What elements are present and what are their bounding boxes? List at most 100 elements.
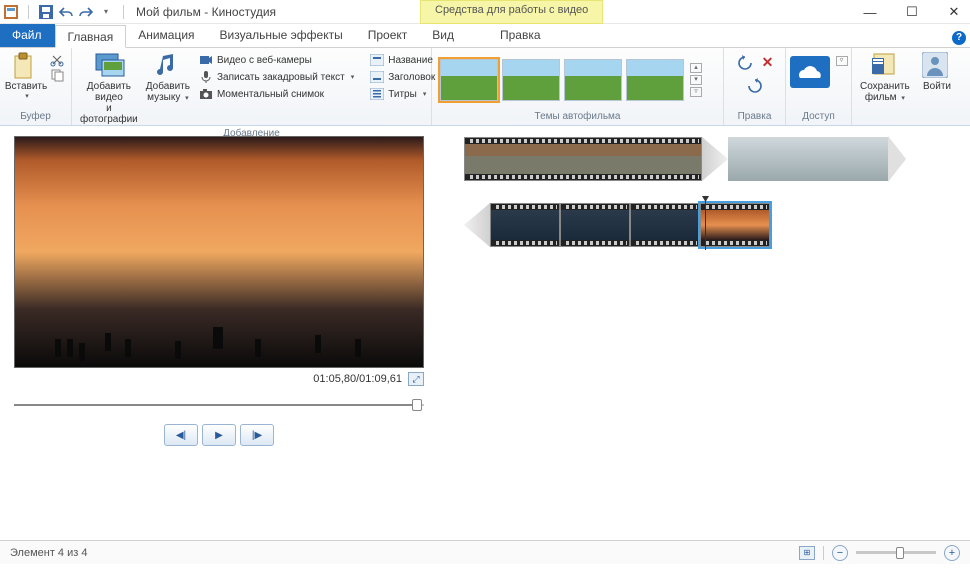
add-music-label2: музыку (147, 92, 180, 103)
snapshot-label: Моментальный снимок (217, 89, 324, 100)
tab-edit[interactable]: Правка (488, 24, 554, 46)
qat-dropdown-icon[interactable]: ▾ (99, 5, 113, 19)
time-display: 01:05,80/01:09,61 (313, 373, 402, 385)
timeline-clip-selected[interactable] (700, 203, 770, 247)
window-title: Мой фильм - Киностудия (136, 5, 276, 19)
theme-expand-icon[interactable]: ▿ (690, 87, 702, 97)
narrate-label: Записать закадровый текст (217, 72, 345, 83)
timeline-clip[interactable] (630, 203, 700, 247)
credits-label: Титры (388, 89, 417, 100)
timeline-clip[interactable] (728, 137, 888, 181)
prev-frame-button[interactable]: ◀| (164, 424, 198, 446)
workspace: 01:05,80/01:09,61 ⤢ ◀| ▶ |▶ (0, 126, 970, 540)
timeline-clip[interactable] (560, 203, 630, 247)
narrate-button[interactable]: Записать закадровый текст▾ (196, 69, 357, 85)
title-label: Название (388, 55, 433, 66)
add-music-button[interactable]: Добавить музыку ▾ (144, 50, 192, 106)
context-tab-header: Средства для работы с видео (420, 0, 603, 24)
theme-scroll-up-icon[interactable]: ▴ (690, 63, 702, 73)
caption-label: Заголовок (388, 72, 435, 83)
delete-icon[interactable]: ✕ (762, 54, 774, 71)
theme-thumb[interactable] (626, 59, 684, 101)
seek-bar[interactable] (14, 396, 424, 414)
zoom-slider[interactable] (856, 551, 936, 554)
track-continues-icon (888, 136, 906, 182)
mic-icon (199, 70, 213, 84)
timeline-clip[interactable] (464, 137, 702, 181)
webcam-button[interactable]: Видео с веб-камеры (196, 52, 357, 68)
seek-thumb[interactable] (412, 399, 422, 411)
tab-view[interactable]: Вид (420, 24, 467, 47)
next-frame-button[interactable]: |▶ (240, 424, 274, 446)
playhead[interactable] (705, 200, 706, 250)
add-video-label1: Добавить видео (80, 81, 138, 103)
paste-label: Вставить (5, 81, 47, 92)
theme-thumb[interactable] (564, 59, 622, 101)
app-icon (4, 5, 18, 19)
signin-button[interactable]: Войти (918, 50, 956, 94)
save-movie-label1: Сохранить (860, 81, 910, 92)
zoom-in-button[interactable]: + (944, 545, 960, 561)
transition-icon[interactable] (702, 137, 728, 181)
group-edit-label: Правка (730, 110, 779, 123)
paste-button[interactable]: Вставить ▾ (6, 50, 46, 102)
webcam-icon (199, 53, 213, 67)
credits-icon (370, 87, 384, 101)
save-icon[interactable] (39, 5, 53, 19)
theme-scroll-down-icon[interactable]: ▾ (690, 75, 702, 85)
cut-icon[interactable] (50, 53, 64, 67)
help-icon[interactable]: ? (952, 31, 966, 45)
share-expand-icon[interactable]: ▿ (836, 56, 848, 66)
tab-visual-effects[interactable]: Визуальные эффекты (208, 24, 356, 47)
save-movie-button[interactable]: Сохранить фильм ▾ (858, 50, 912, 106)
play-button[interactable]: ▶ (202, 424, 236, 446)
close-button[interactable]: ✕ (942, 4, 966, 20)
title-button[interactable]: Название (367, 52, 438, 68)
group-buffer-label: Буфер (6, 110, 65, 123)
save-movie-label2: фильм (865, 92, 897, 103)
group-access-label: Доступ (792, 110, 845, 123)
tab-home[interactable]: Главная (55, 25, 127, 48)
webcam-label: Видео с веб-камеры (217, 55, 312, 66)
zoom-out-button[interactable]: − (832, 545, 848, 561)
minimize-button[interactable]: — (858, 5, 882, 20)
add-video-button[interactable]: Добавить видео и фотографии (78, 50, 140, 127)
rotate-left-icon[interactable] (736, 54, 754, 71)
video-preview[interactable] (14, 136, 424, 368)
credits-button[interactable]: Титры▾ (367, 86, 438, 102)
maximize-button[interactable]: ☐ (900, 4, 924, 20)
tab-project[interactable]: Проект (356, 24, 421, 47)
tab-animation[interactable]: Анимация (126, 24, 207, 47)
add-video-label2: и фотографии (80, 103, 138, 125)
rotate-right-icon[interactable] (746, 77, 764, 93)
snapshot-button[interactable]: Моментальный снимок (196, 86, 357, 102)
add-music-label1: Добавить (146, 81, 190, 92)
status-text: Элемент 4 из 4 (10, 547, 87, 559)
title-icon (370, 53, 384, 67)
tab-file[interactable]: Файл (0, 24, 55, 47)
timeline-track[interactable] (464, 136, 956, 182)
theme-thumb[interactable] (502, 59, 560, 101)
ribbon-tabs: Файл Главная Анимация Визуальные эффекты… (0, 24, 970, 48)
undo-icon[interactable] (59, 5, 73, 19)
copy-icon[interactable] (50, 68, 64, 82)
preview-pane: 01:05,80/01:09,61 ⤢ ◀| ▶ |▶ (0, 126, 460, 540)
zoom-thumb[interactable] (896, 547, 904, 559)
thumbnail-size-icon[interactable]: ⊞ (799, 546, 815, 560)
caption-button[interactable]: Заголовок (367, 69, 438, 85)
group-themes-label: Темы автофильма (438, 110, 717, 123)
signin-label: Войти (923, 81, 951, 92)
fullscreen-icon[interactable]: ⤢ (408, 372, 424, 386)
redo-icon[interactable] (79, 5, 93, 19)
timeline-clip[interactable] (490, 203, 560, 247)
theme-thumb[interactable] (440, 59, 498, 101)
ribbon: Вставить ▾ Буфер Добавить видео и фотогр… (0, 48, 970, 126)
transition-icon[interactable] (464, 203, 490, 247)
statusbar: Элемент 4 из 4 ⊞ − + (0, 540, 970, 564)
timeline-track[interactable] (464, 202, 956, 248)
camera-icon (199, 87, 213, 101)
titlebar: ▾ Мой фильм - Киностудия Средства для ра… (0, 0, 970, 24)
caption-icon (370, 70, 384, 84)
timeline-pane (460, 126, 970, 540)
onedrive-icon[interactable] (790, 56, 830, 88)
